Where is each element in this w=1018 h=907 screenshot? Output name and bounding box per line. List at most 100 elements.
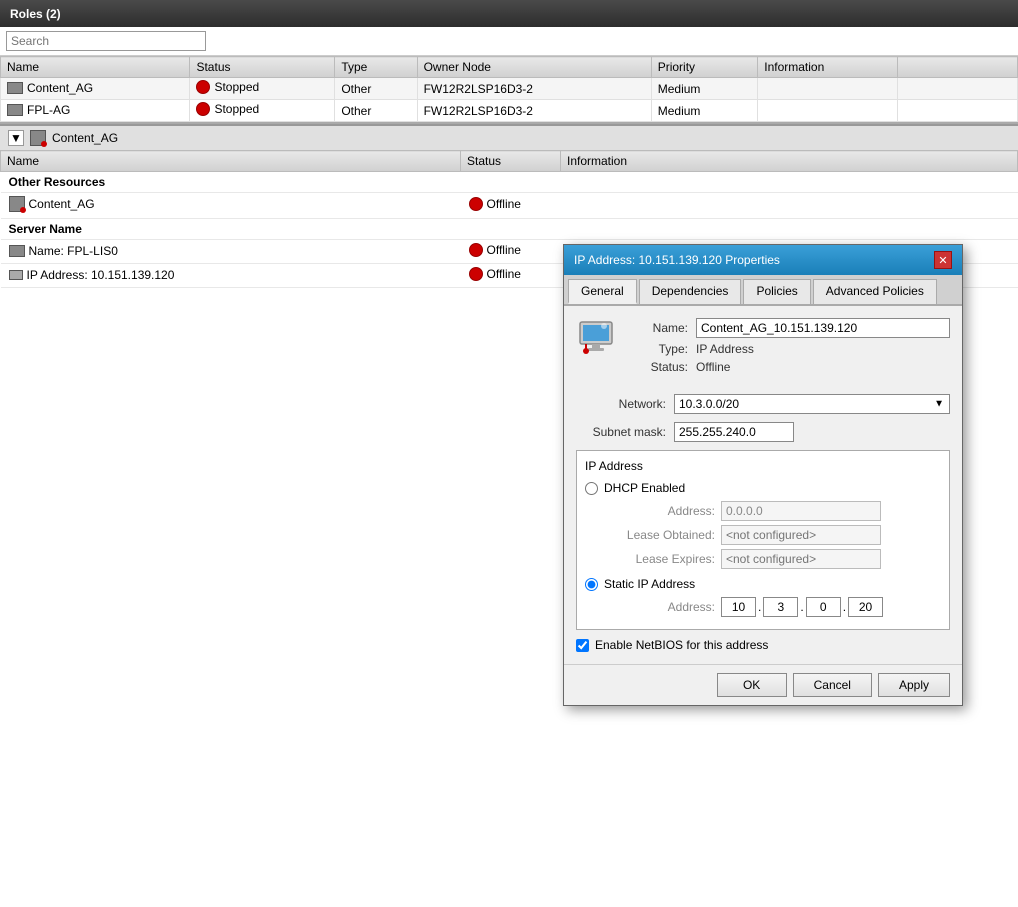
bottom-col-info: Information <box>561 151 1018 172</box>
offline-icon <box>469 243 483 257</box>
tab-dependencies[interactable]: Dependencies <box>639 279 742 304</box>
netbios-row: Enable NetBIOS for this address <box>576 638 950 652</box>
network-label: Network: <box>576 397 666 411</box>
col-name: Name <box>1 57 190 78</box>
static-ip-address: . . . <box>721 597 883 617</box>
expand-arrow[interactable]: ▼ <box>8 130 24 146</box>
section-header-row: Server Name <box>1 219 1018 240</box>
col-status: Status <box>190 57 335 78</box>
col-type: Type <box>335 57 417 78</box>
network-icon <box>576 318 616 358</box>
server-icon: Name: FPL-LIS0 <box>9 244 118 258</box>
ip-segment-3[interactable] <box>806 597 841 617</box>
offline-icon <box>469 197 483 211</box>
tab-policies[interactable]: Policies <box>743 279 810 304</box>
dhcp-address-label: Address: <box>605 504 715 518</box>
col-extra <box>898 57 1018 78</box>
ip-segment-1[interactable] <box>721 597 756 617</box>
name-label: Name: <box>628 321 688 335</box>
netbios-checkbox[interactable] <box>576 639 589 652</box>
static-ip-radio-row: Static IP Address <box>585 577 941 591</box>
network-dropdown[interactable]: 10.3.0.0/20 <box>674 394 950 414</box>
server-icon: Content_AG <box>7 81 93 95</box>
lease-obtained-label: Lease Obtained: <box>605 528 715 542</box>
status-value: Offline <box>696 360 950 374</box>
ip-icon: IP Address: 10.151.139.120 <box>9 268 175 282</box>
tab-advanced-policies[interactable]: Advanced Policies <box>813 279 937 304</box>
type-label: Type: <box>628 342 688 356</box>
status-icon: Stopped <box>196 80 259 94</box>
network-row: Network: 10.3.0.0/20 <box>576 394 950 414</box>
row-info <box>758 78 898 100</box>
static-ip-fields: Address: . . . <box>605 597 941 617</box>
name-input[interactable] <box>696 318 950 338</box>
type-value: IP Address <box>696 342 950 356</box>
status-icon: Offline <box>469 243 521 257</box>
apply-button[interactable]: Apply <box>878 673 950 697</box>
server-img <box>9 245 25 257</box>
name-fields: Name: Type: IP Address Status: Offline <box>628 318 950 378</box>
static-address-label: Address: <box>605 600 715 614</box>
col-owner-node: Owner Node <box>417 57 651 78</box>
row-name: FPL-AG <box>1 100 190 122</box>
row-info <box>758 100 898 122</box>
dhcp-fields: Address: Lease Obtained: Lease Expires: <box>605 501 941 569</box>
row-type: Other <box>335 78 417 100</box>
ip-dot-3: . <box>843 600 846 614</box>
lease-expires-row: Lease Expires: <box>605 549 941 569</box>
roles-table-container: Name Status Type Owner Node Priority Inf… <box>0 56 1018 124</box>
search-input[interactable] <box>6 31 206 51</box>
subnet-input[interactable] <box>674 422 794 442</box>
server-name: Name: FPL-LIS0 <box>1 240 461 264</box>
status-label: Status: <box>628 360 688 374</box>
lease-obtained-input <box>721 525 881 545</box>
status-icon: Offline <box>469 197 521 211</box>
table-row[interactable]: Content_AG Offline <box>1 193 1018 219</box>
netbios-label: Enable NetBIOS for this address <box>595 638 768 652</box>
dialog-title-bar: IP Address: 10.151.139.120 Properties ✕ <box>564 245 962 275</box>
dialog-tabs: General Dependencies Policies Advanced P… <box>564 275 962 306</box>
ip-dot-1: . <box>758 600 761 614</box>
lease-obtained-row: Lease Obtained: <box>605 525 941 545</box>
ip-section-title: IP Address <box>585 459 941 473</box>
ok-button[interactable]: OK <box>717 673 787 697</box>
ip-dot-2: . <box>800 600 803 614</box>
lease-expires-input <box>721 549 881 569</box>
dialog-header-section: Name: Type: IP Address Status: Offline <box>576 318 950 378</box>
server-icon: FPL-AG <box>7 103 70 117</box>
row-name: Content_AG <box>1 78 190 100</box>
resource-info <box>561 193 1018 219</box>
static-ip-radio[interactable] <box>585 578 598 591</box>
cancel-button[interactable]: Cancel <box>793 673 872 697</box>
row-owner: FW12R2LSP16D3-2 <box>417 100 651 122</box>
dialog-title: IP Address: 10.151.139.120 Properties <box>574 253 780 267</box>
table-row[interactable]: Content_AG Stopped Other FW12R2LSP16D3-2… <box>1 78 1018 100</box>
dialog-close-button[interactable]: ✕ <box>934 251 952 269</box>
offline-icon <box>469 267 483 281</box>
bottom-col-status: Status <box>461 151 561 172</box>
resource-name: Content_AG <box>1 193 461 219</box>
ip-properties-dialog: IP Address: 10.151.139.120 Properties ✕ … <box>563 244 963 706</box>
stopped-icon <box>196 102 210 116</box>
row-extra <box>898 78 1018 100</box>
lease-expires-label: Lease Expires: <box>605 552 715 566</box>
server-img <box>7 104 23 116</box>
table-row[interactable]: FPL-AG Stopped Other FW12R2LSP16D3-2 Med… <box>1 100 1018 122</box>
resource-img <box>9 196 25 212</box>
title-bar: Roles (2) <box>0 0 1018 27</box>
dhcp-label: DHCP Enabled <box>604 481 685 495</box>
bottom-col-name: Name <box>1 151 461 172</box>
server-status: Offline <box>461 240 561 264</box>
resource-status: Offline <box>461 193 561 219</box>
bottom-title-bar: ▼ Content_AG <box>0 124 1018 150</box>
dhcp-address-row: Address: <box>605 501 941 521</box>
ip-segment-4[interactable] <box>848 597 883 617</box>
tab-general[interactable]: General <box>568 279 637 304</box>
row-extra <box>898 100 1018 122</box>
dialog-content: Name: Type: IP Address Status: Offline N… <box>564 306 962 664</box>
status-icon: Offline <box>469 267 521 281</box>
ip-segment-2[interactable] <box>763 597 798 617</box>
subnet-label: Subnet mask: <box>576 425 666 439</box>
dhcp-radio[interactable] <box>585 482 598 495</box>
row-type: Other <box>335 100 417 122</box>
